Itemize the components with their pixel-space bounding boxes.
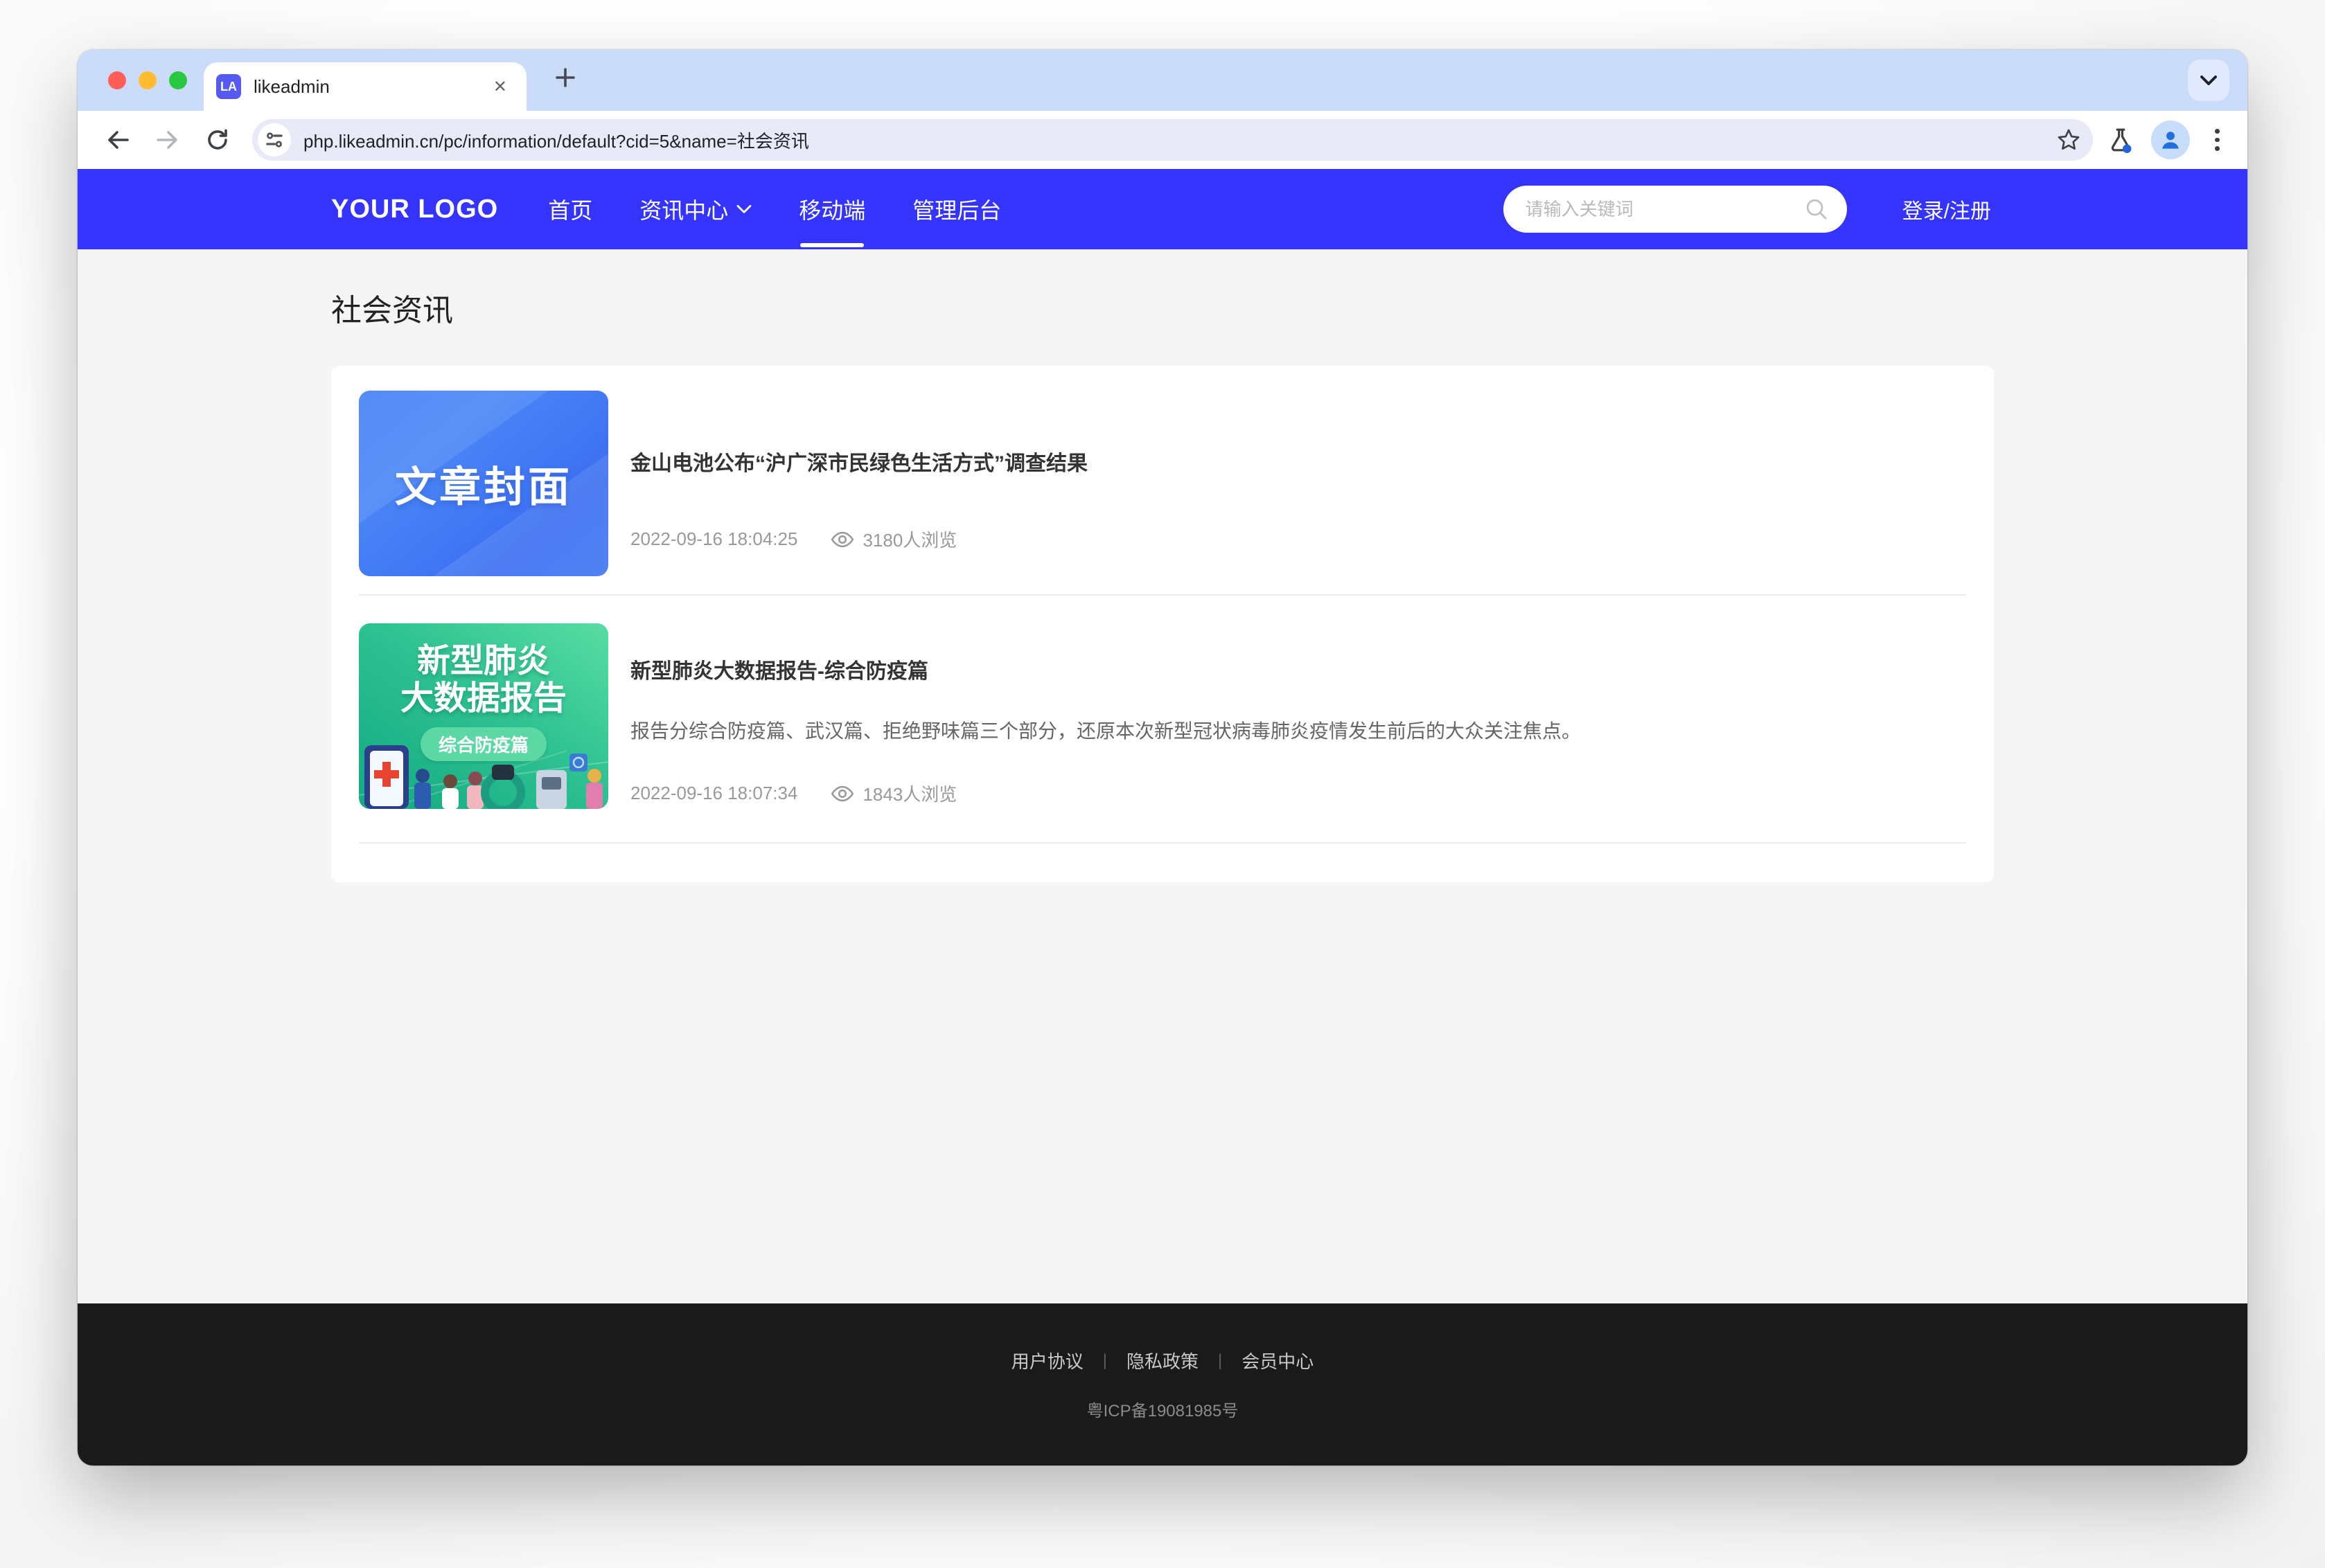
site-search [1503, 186, 1847, 233]
window-controls [108, 50, 187, 111]
minimize-window-button[interactable] [139, 71, 157, 89]
article-title[interactable]: 金山电池公布“沪广深市民绿色生活方式”调查结果 [630, 446, 1966, 476]
site-navbar: YOUR LOGO 首页 资讯中心 移动端 [78, 169, 2247, 249]
article-item[interactable]: 新型肺炎 大数据报告 综合防疫篇 [359, 596, 1966, 809]
screenshot-stage: LA likeadmin ✕ [0, 0, 2325, 1568]
site-settings-icon[interactable] [258, 123, 291, 157]
browser-menu-icon[interactable] [2207, 126, 2228, 154]
experiments-flask-icon[interactable] [2107, 126, 2134, 154]
nav-item-news-center[interactable]: 资讯中心 [639, 185, 752, 233]
article-title[interactable]: 新型肺炎大数据报告-综合防疫篇 [630, 654, 1966, 684]
tab-search-chevron-icon[interactable] [2188, 60, 2229, 101]
article-meta: 2022-09-16 18:04:25 3180人浏览 [630, 526, 1966, 552]
bookmark-star-icon[interactable] [2056, 127, 2082, 153]
footer-link-member-center[interactable]: 会员中心 [1241, 1348, 1314, 1373]
nav-item-mobile[interactable]: 移动端 [799, 185, 865, 233]
thumbnail-text: 大数据报告 [359, 680, 608, 718]
article-list-card: 文章封面 金山电池公布“沪广深市民绿色生活方式”调查结果 2022-09-16 … [331, 366, 1994, 882]
article-date: 2022-09-16 18:04:25 [630, 528, 797, 550]
browser-toolbar: php.likeadmin.cn/pc/information/default?… [78, 111, 2247, 169]
footer-link-privacy-policy[interactable]: 隐私政策 [1126, 1348, 1199, 1373]
article-views: 1843人浏览 [863, 781, 957, 806]
zoom-window-button[interactable] [169, 71, 187, 89]
site-footer: 用户协议 | 隐私政策 | 会员中心 粤ICP备19081985号 [78, 1303, 2247, 1465]
browser-window: LA likeadmin ✕ [78, 50, 2247, 1465]
login-register-link[interactable]: 登录/注册 [1902, 194, 1991, 224]
tab-strip: LA likeadmin ✕ [78, 50, 2247, 111]
reload-icon[interactable] [197, 119, 238, 161]
article-description: 报告分综合防疫篇、武汉篇、拒绝野味篇三个部分，还原本次新型冠状病毒肺炎疫情发生前… [630, 718, 1966, 745]
forward-icon[interactable] [147, 119, 188, 161]
site-logo[interactable]: YOUR LOGO [331, 195, 498, 224]
footer-link-user-agreement[interactable]: 用户协议 [1011, 1348, 1084, 1373]
main-menu: 首页 资讯中心 移动端 管理后台 [548, 185, 1001, 233]
url-text[interactable]: php.likeadmin.cn/pc/information/default?… [303, 127, 2056, 153]
toolbar-right-icons [2107, 121, 2228, 159]
tab-close-icon[interactable]: ✕ [488, 74, 513, 100]
search-icon[interactable] [1804, 197, 1829, 227]
eye-icon [831, 531, 854, 549]
page-main: 社会资讯 文章封面 金山电池公布“沪广深市民绿色生活方式”调查结果 2022-0… [78, 249, 2247, 1303]
tab-title: likeadmin [254, 76, 488, 98]
article-views: 3180人浏览 [863, 526, 957, 552]
thumbnail-illustration [359, 745, 608, 809]
profile-avatar[interactable] [2151, 121, 2190, 159]
article-date: 2022-09-16 18:07:34 [630, 783, 797, 804]
search-input[interactable] [1503, 186, 1847, 233]
back-icon[interactable] [97, 119, 139, 161]
active-nav-underline [800, 243, 864, 247]
nav-item-admin[interactable]: 管理后台 [912, 185, 1001, 233]
article-thumbnail[interactable]: 新型肺炎 大数据报告 综合防疫篇 [359, 623, 608, 809]
tab-favicon: LA [216, 74, 241, 99]
new-tab-icon[interactable] [554, 66, 576, 94]
nav-item-home[interactable]: 首页 [548, 185, 592, 233]
icp-record-number: 粤ICP备19081985号 [1087, 1397, 1239, 1421]
chevron-down-icon [736, 204, 752, 214]
thumbnail-text: 文章封面 [395, 454, 572, 514]
article-thumbnail[interactable]: 文章封面 [359, 391, 608, 576]
browser-tab[interactable]: LA likeadmin ✕ [204, 62, 527, 111]
thumbnail-text: 新型肺炎 [359, 643, 608, 680]
article-item[interactable]: 文章封面 金山电池公布“沪广深市民绿色生活方式”调查结果 2022-09-16 … [359, 366, 1966, 576]
article-meta: 2022-09-16 18:07:34 1843人浏览 [630, 781, 1966, 806]
close-window-button[interactable] [108, 71, 126, 89]
page-title: 社会资讯 [331, 285, 1994, 330]
eye-icon [831, 785, 854, 803]
url-bar[interactable]: php.likeadmin.cn/pc/information/default?… [252, 119, 2093, 161]
